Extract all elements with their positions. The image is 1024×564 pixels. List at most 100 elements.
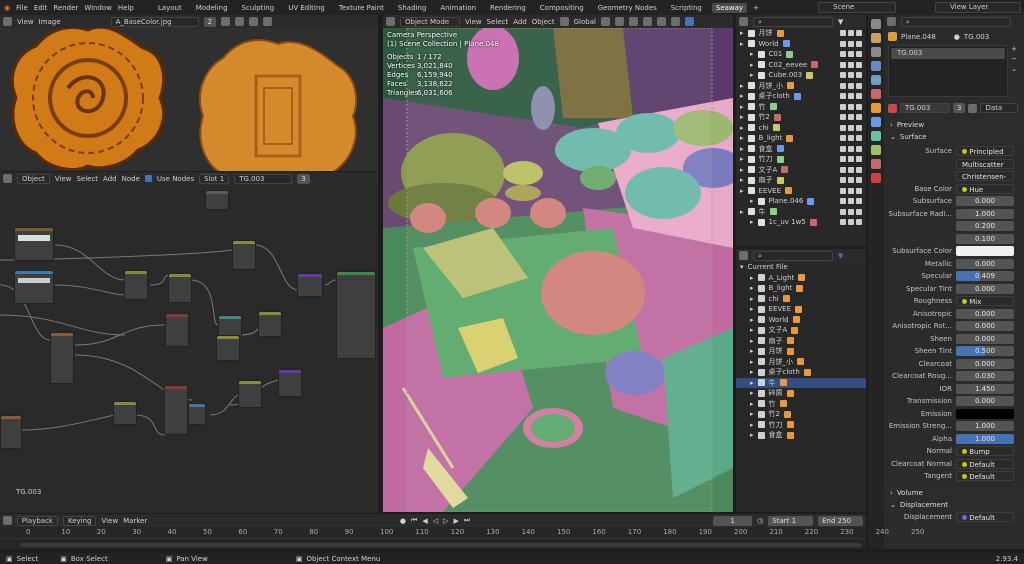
outliner-row[interactable]: ▸ 竹 (736, 102, 866, 113)
snap-icon[interactable] (600, 17, 610, 26)
pin-icon[interactable] (263, 17, 273, 26)
outliner-row[interactable]: ▸ 竹2 (736, 112, 866, 123)
checkbox-icon[interactable] (840, 145, 846, 152)
fake-user-icon[interactable] (968, 103, 978, 113)
node-mix-5[interactable] (164, 385, 188, 435)
expand-icon[interactable]: ▸ (750, 379, 754, 387)
checkbox-icon[interactable] (840, 61, 846, 68)
node-mix-2[interactable] (168, 273, 192, 303)
jump-end-icon[interactable]: ⏭ (464, 516, 470, 525)
expand-icon[interactable]: ▸ (740, 155, 744, 163)
node-noise[interactable] (278, 369, 302, 397)
outliner-row[interactable]: ▸ 桌子cloth (736, 91, 866, 102)
node-menu-node[interactable]: Node (122, 175, 140, 183)
timeline-scrollbar[interactable] (20, 543, 862, 547)
properties-type-icon[interactable] (887, 17, 896, 26)
tab-sculpting[interactable]: Sculpting (238, 3, 279, 13)
scene-tab-icon[interactable] (871, 75, 881, 85)
file-outliner-row[interactable]: ▸ 竹2 (736, 409, 866, 420)
node-mix-4[interactable] (238, 380, 262, 408)
camera-icon[interactable] (856, 82, 862, 89)
outliner-search-field[interactable]: ⌕ (753, 16, 833, 27)
link-data-dropdown[interactable]: Data (980, 103, 1019, 113)
gizmo-icon[interactable] (642, 17, 652, 26)
outliner-row[interactable]: ▸ 牛 (736, 207, 866, 218)
playback-menu[interactable]: Playback (16, 515, 58, 526)
expand-icon[interactable]: ▸ (750, 337, 754, 345)
displacement-section[interactable]: ⌄ Displacement (884, 498, 1024, 511)
checkbox-icon[interactable] (840, 135, 846, 142)
tab-shading[interactable]: Shading (394, 3, 430, 13)
expand-icon[interactable]: ▸ (740, 176, 744, 184)
keying-menu[interactable]: Keying (62, 515, 97, 526)
outliner-type-icon[interactable] (739, 17, 748, 26)
eye-icon[interactable] (848, 124, 854, 131)
node-mix-3[interactable] (216, 335, 240, 361)
record-icon[interactable]: ● (400, 517, 406, 525)
eye-icon[interactable] (848, 72, 854, 79)
tab-modeling[interactable]: Modeling (192, 3, 232, 13)
property-dropdown[interactable]: Multiscatter GGX (956, 158, 1014, 169)
tab-uv-editing[interactable]: UV Editing (284, 3, 329, 13)
shading-solid-icon[interactable] (684, 17, 694, 26)
camera-icon[interactable] (856, 135, 862, 142)
camera-icon[interactable] (856, 208, 862, 215)
tab-compositing[interactable]: Compositing (536, 3, 588, 13)
camera-icon[interactable] (856, 40, 862, 47)
camera-icon[interactable] (856, 114, 862, 121)
new-image-icon[interactable] (221, 17, 231, 26)
checkbox-icon[interactable] (840, 30, 846, 37)
filter2-icon[interactable]: ▼ (838, 252, 843, 260)
property-number-field[interactable]: 0.500 (956, 346, 1014, 357)
jump-start-icon[interactable]: ⏮ (411, 516, 417, 525)
property-link-field[interactable]: Hue Saturation Value (956, 183, 1014, 194)
property-dropdown[interactable]: Christensen-Burley (956, 171, 1014, 182)
next-key-icon[interactable]: ▶ (454, 517, 459, 525)
color-swatch[interactable] (956, 408, 1014, 419)
play-icon[interactable]: ▷ (443, 517, 448, 525)
eye-icon[interactable] (848, 166, 854, 173)
property-number-field[interactable]: 0.000 (956, 396, 1014, 407)
eye-icon[interactable] (848, 103, 854, 110)
expand-icon[interactable]: ▸ (750, 410, 754, 418)
timeline-menu-marker[interactable]: Marker (123, 517, 147, 525)
expand-icon[interactable]: ▸ (740, 29, 744, 37)
scene-selector[interactable]: Scene (818, 2, 896, 13)
checkbox-icon[interactable] (840, 40, 846, 47)
camera-icon[interactable] (856, 166, 862, 173)
checkbox-icon[interactable] (840, 219, 846, 226)
browse-material-icon[interactable] (888, 103, 897, 113)
editor-type-icon[interactable] (3, 17, 12, 26)
camera-icon[interactable] (856, 51, 862, 58)
expand-icon[interactable]: ▾ (740, 263, 744, 271)
node-menu-select[interactable]: Select (76, 175, 98, 183)
file-outliner-row[interactable]: ▸ 月饼 (736, 346, 866, 357)
node-image-texture-2[interactable] (14, 270, 54, 304)
node-image-texture-3[interactable] (188, 403, 206, 425)
tab-geometry-nodes[interactable]: Geometry Nodes (594, 3, 661, 13)
property-number-field[interactable]: 0.409 (956, 271, 1014, 282)
tab-scripting[interactable]: Scripting (667, 3, 706, 13)
outliner-row[interactable]: ▸ B_light (736, 133, 866, 144)
outliner-row[interactable]: ▸ 1c_uv 1w5 (736, 217, 866, 228)
object-tab-icon[interactable] (871, 103, 881, 113)
outliner2-search-field[interactable]: ⌕ (753, 250, 833, 261)
expand-icon[interactable]: ▸ (750, 50, 754, 58)
expand-icon[interactable]: ▸ (750, 368, 754, 376)
menu-window[interactable]: Window (84, 4, 112, 12)
node-frame-top[interactable] (205, 190, 229, 210)
outliner-row[interactable]: ▸ EEVEE (736, 186, 866, 197)
file-outliner-row[interactable]: ▸ A_Light (736, 273, 866, 284)
property-number-field[interactable]: 0.000 (956, 283, 1014, 294)
transform-orientation[interactable]: Global (574, 18, 596, 26)
expand-icon[interactable]: ▸ (740, 187, 744, 195)
camera-icon[interactable] (856, 177, 862, 184)
displacement-field-value[interactable]: Default (956, 511, 1014, 522)
property-number-field[interactable]: 0.030 (956, 371, 1014, 382)
properties-search[interactable]: ⌕ (901, 16, 1011, 27)
property-number-field[interactable]: 0.000 (956, 321, 1014, 332)
slot-menu-button[interactable]: ⌄ (1011, 65, 1017, 73)
outliner-row[interactable]: ▸ C01 (736, 49, 866, 60)
preview-section[interactable]: › Preview (884, 119, 1024, 131)
viewport-menu-object[interactable]: Object (532, 18, 555, 26)
